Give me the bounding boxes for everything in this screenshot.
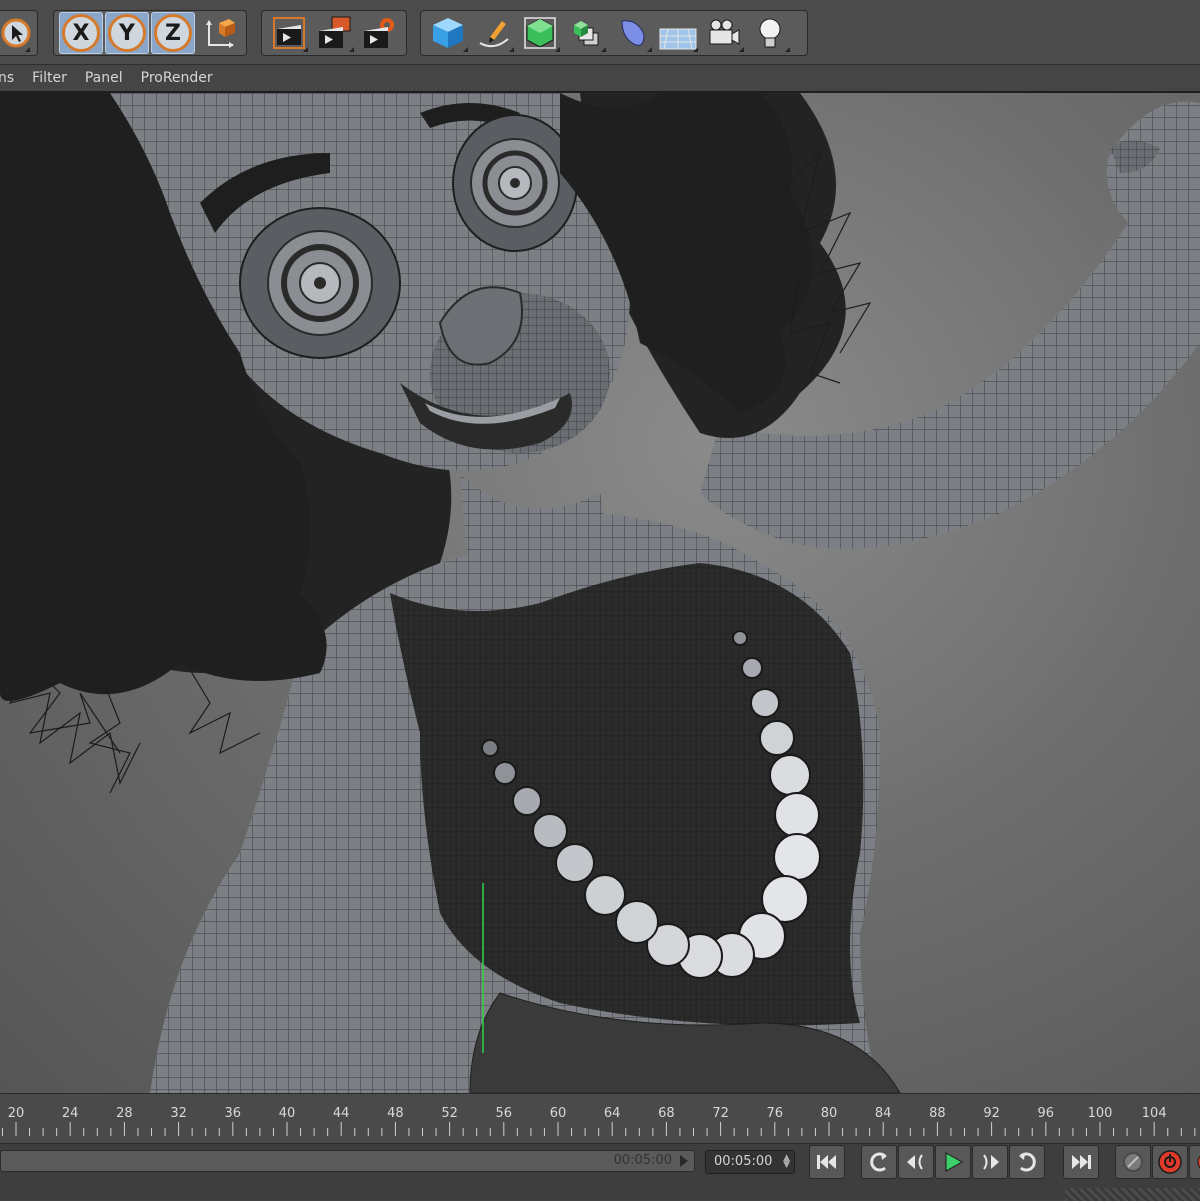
render-settings-icon xyxy=(364,18,395,48)
camera-button[interactable] xyxy=(702,12,746,54)
play-button[interactable] xyxy=(935,1145,971,1179)
timeline-ruler[interactable]: 20 24 28 32 36 40 44 48 52 56 60 64 68 72 76 80 84 88 92 96… xyxy=(0,1093,1200,1144)
cube-primitive-button[interactable] xyxy=(426,12,470,54)
deformer-button[interactable] xyxy=(610,12,654,54)
autokey-button[interactable] xyxy=(1189,1145,1200,1179)
menu-options[interactable]: ns xyxy=(0,70,14,86)
previous-frame-icon xyxy=(907,1154,923,1170)
menu-panel[interactable]: Panel xyxy=(85,70,123,86)
go-to-start-icon xyxy=(817,1155,836,1169)
play-icon xyxy=(945,1152,964,1172)
next-frame-button[interactable] xyxy=(972,1145,1008,1179)
floor-environment-icon xyxy=(659,28,697,50)
select-arrow-icon xyxy=(1,18,31,48)
current-time-value: 00:05:00 xyxy=(714,1154,773,1169)
current-time-field[interactable]: 00:05:00 ▲ ▼ xyxy=(705,1150,795,1174)
objects-group xyxy=(420,10,808,56)
camera-icon xyxy=(709,19,740,45)
time-slider-value: 00:05:00 xyxy=(613,1153,672,1168)
menu-prorender[interactable]: ProRender xyxy=(141,70,213,86)
y-axis-icon: Y xyxy=(108,14,146,52)
deformer-icon xyxy=(621,20,645,46)
render-view-button[interactable] xyxy=(312,12,355,54)
go-to-end-icon xyxy=(1072,1155,1091,1169)
cloner-icon xyxy=(574,21,599,46)
previous-frame-button[interactable] xyxy=(898,1145,934,1179)
next-key-icon xyxy=(1019,1152,1036,1172)
render-group xyxy=(261,10,407,56)
go-to-start-button[interactable] xyxy=(809,1145,845,1179)
subdivision-surface-icon xyxy=(524,17,556,49)
next-key-button[interactable] xyxy=(1009,1145,1045,1179)
go-to-end-button[interactable] xyxy=(1063,1145,1099,1179)
left-eye xyxy=(239,207,401,359)
previous-key-icon xyxy=(870,1152,887,1172)
select-tool-group xyxy=(0,10,38,56)
record-button[interactable] xyxy=(1152,1145,1188,1179)
y-axis-button[interactable]: Y xyxy=(105,12,149,54)
coordinate-system-button[interactable] xyxy=(197,12,241,54)
key-lock-icon xyxy=(1123,1152,1143,1172)
render-region-button[interactable] xyxy=(267,12,310,54)
playback-controls: 00:05:00 00:05:00 ▲ ▼ xyxy=(0,1143,1200,1201)
wireframe-character xyxy=(0,93,1200,1093)
coordinate-system-icon xyxy=(206,19,235,48)
x-axis-icon: X xyxy=(62,14,100,52)
render-settings-button[interactable] xyxy=(358,12,401,54)
axis-group: X Y Z xyxy=(53,10,247,56)
time-slider[interactable]: 00:05:00 xyxy=(0,1150,695,1172)
record-icon xyxy=(1158,1150,1182,1174)
z-axis-icon: Z xyxy=(154,14,192,52)
play-arrow-icon xyxy=(680,1155,688,1167)
cube-primitive-icon xyxy=(433,18,463,48)
render-view-icon xyxy=(318,16,351,48)
light-button[interactable] xyxy=(748,12,792,54)
z-axis-button[interactable]: Z xyxy=(151,12,195,54)
floor-environment-button[interactable] xyxy=(656,12,700,54)
pen-spline-icon xyxy=(479,21,509,48)
render-region-icon xyxy=(272,17,305,49)
previous-key-button[interactable] xyxy=(861,1145,897,1179)
tick-marks xyxy=(1,1122,1196,1136)
right-eye xyxy=(452,114,578,252)
next-frame-icon xyxy=(983,1154,999,1170)
pen-spline-button[interactable] xyxy=(472,12,516,54)
spinner-icon[interactable]: ▲ ▼ xyxy=(783,1154,790,1170)
keyframe-selection-button[interactable] xyxy=(1115,1145,1151,1179)
3d-viewport[interactable] xyxy=(0,93,1200,1093)
main-toolbar: X Y Z xyxy=(0,0,1200,65)
resize-grip[interactable] xyxy=(1065,1188,1200,1201)
light-bulb-icon xyxy=(759,18,781,48)
select-arrow-button[interactable] xyxy=(0,12,32,54)
cloner-button[interactable] xyxy=(564,12,608,54)
viewport-menu-bar: ns Filter Panel ProRender xyxy=(0,65,1200,93)
x-axis-button[interactable]: X xyxy=(59,12,103,54)
menu-filter[interactable]: Filter xyxy=(32,70,67,86)
autokey-icon xyxy=(1197,1155,1200,1169)
subdivision-surface-button[interactable] xyxy=(518,12,562,54)
